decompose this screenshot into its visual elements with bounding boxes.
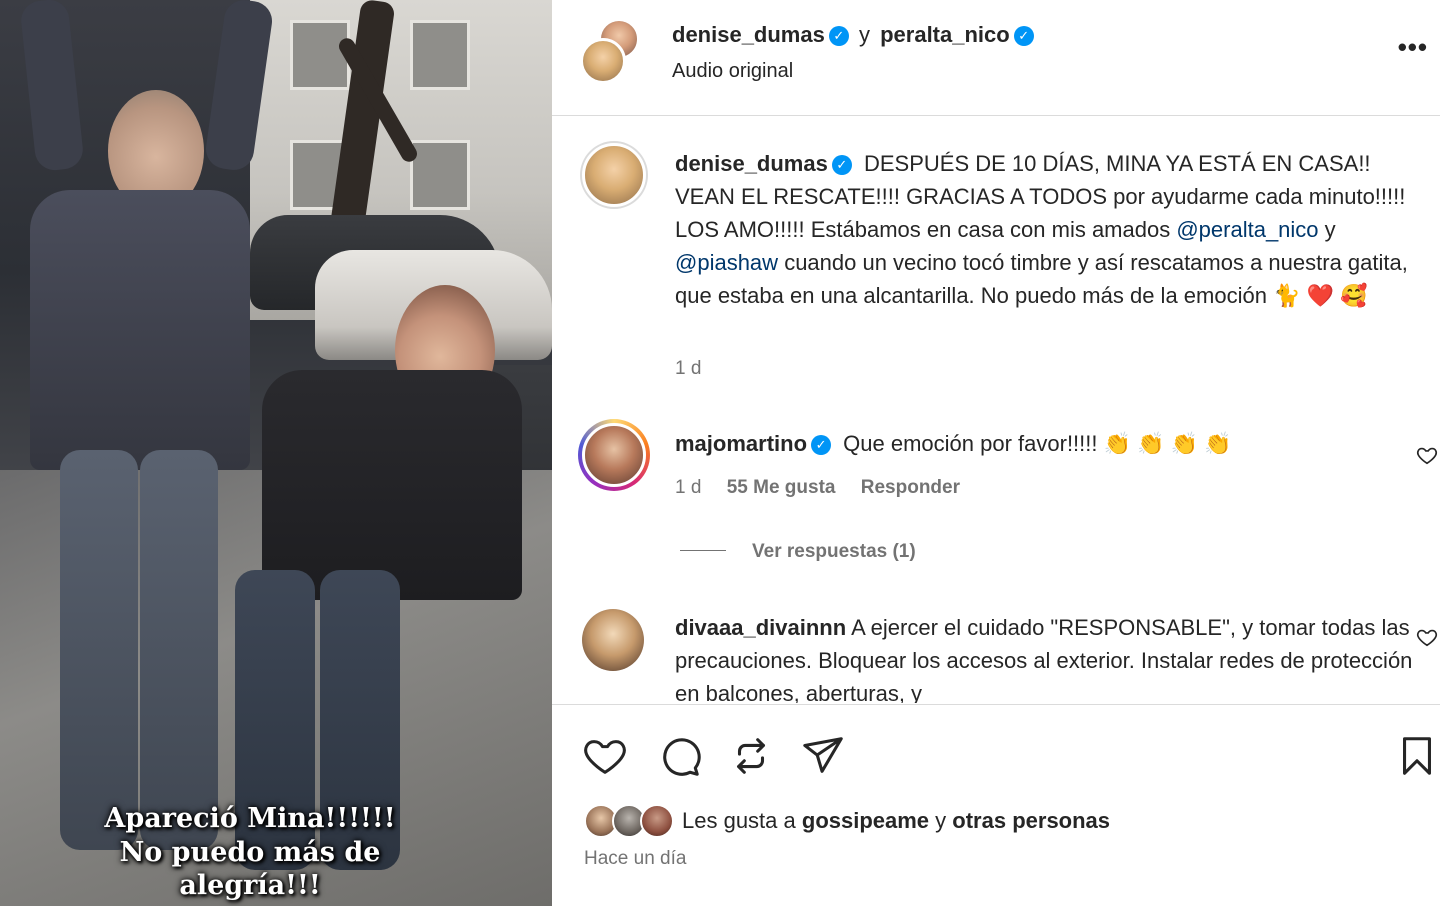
mention-link[interactable]: @peralta_nico — [1176, 217, 1318, 242]
username-link[interactable]: divaaa_divainnn — [675, 615, 846, 640]
caption-text: denise_dumas ✓ DESPUÉS DE 10 DÍAS, MINA Y… — [675, 147, 1415, 312]
avatar[interactable] — [580, 141, 648, 209]
username-link[interactable]: denise_dumas — [675, 151, 828, 176]
story-avatar[interactable] — [578, 419, 650, 491]
comment-likes[interactable]: 55 Me gusta — [727, 477, 836, 498]
repost-icon[interactable] — [728, 733, 774, 779]
conjunction-text: y — [858, 22, 870, 47]
bookmark-icon[interactable] — [1394, 733, 1440, 779]
comments-section[interactable]: denise_dumas ✓ DESPUÉS DE 10 DÍAS, MINA Y… — [552, 117, 1440, 703]
comment-text: divaaa_divainnn A ejercer el cuidado "RE… — [675, 611, 1415, 703]
more-options-button[interactable]: ••• — [1398, 32, 1428, 63]
mention-link[interactable]: @piashaw — [675, 250, 778, 275]
comment-body: Que emoción por favor!!!!! — [843, 431, 1098, 456]
collab-avatars[interactable] — [580, 18, 642, 84]
likes-summary[interactable]: Les gusta a gossipeame y otras personas — [584, 800, 1424, 844]
username-link[interactable]: gossipeame — [802, 808, 929, 833]
video-caption-line-1: Apareció Mina!!!!!! — [104, 803, 396, 834]
caption-body: y — [1324, 217, 1336, 242]
building-window — [410, 140, 470, 210]
post-header: denise_dumas ✓ y peralta_nico ✓ Audio orig… — [552, 0, 1440, 116]
likes-joiner: y — [935, 808, 947, 833]
avatar — [580, 38, 626, 84]
comment-text: majomartino ✓ Que emoción por favor!!!!! … — [675, 427, 1415, 460]
verified-badge-icon: ✓ — [1013, 26, 1034, 46]
collab-usernames: denise_dumas ✓ y peralta_nico ✓ — [672, 22, 1034, 48]
caption-emojis: 🐈 ❤️ 🥰 — [1273, 283, 1368, 308]
audio-link[interactable]: Audio original — [672, 60, 793, 83]
heart-icon[interactable] — [582, 733, 628, 779]
username-link[interactable]: majomartino — [675, 431, 807, 456]
post-panel: denise_dumas ✓ y peralta_nico ✓ Audio orig… — [552, 0, 1440, 906]
action-bar — [552, 704, 1440, 804]
reply-button[interactable]: Responder — [861, 477, 960, 498]
username-link[interactable]: peralta_nico — [880, 22, 1010, 47]
others-link[interactable]: otras personas — [952, 808, 1110, 833]
view-replies-button[interactable]: Ver respuestas (1) — [680, 541, 916, 563]
caption-meta: 1 d — [675, 358, 721, 380]
post-timestamp[interactable]: Hace un día — [584, 848, 686, 870]
comment-icon[interactable] — [656, 733, 702, 779]
likes-prefix: Les gusta a — [682, 808, 796, 833]
building-window — [290, 20, 350, 90]
verified-badge-icon: ✓ — [831, 155, 852, 175]
heart-icon[interactable] — [1416, 444, 1438, 466]
view-replies-label: Ver respuestas (1) — [752, 541, 916, 562]
avatar — [640, 804, 674, 838]
post-video[interactable]: Apareció Mina!!!!!! No puedo más de aleg… — [0, 0, 552, 906]
comment-time[interactable]: 1 d — [675, 477, 701, 498]
video-caption-line-3: alegría!!! — [179, 870, 321, 901]
caption-time[interactable]: 1 d — [675, 358, 701, 379]
video-caption-line-2: No puedo más de — [119, 837, 381, 868]
replies-divider — [680, 550, 726, 551]
username-link[interactable]: denise_dumas — [672, 22, 825, 47]
heart-icon[interactable] — [1416, 626, 1438, 648]
share-icon[interactable] — [800, 733, 846, 779]
likes-text: Les gusta a gossipeame y otras personas — [682, 808, 1110, 834]
comment-emojis: 👏 👏 👏 👏 — [1103, 431, 1232, 456]
building-window — [410, 20, 470, 90]
avatar[interactable] — [582, 609, 644, 671]
verified-badge-icon: ✓ — [828, 26, 849, 46]
verified-badge-icon: ✓ — [811, 435, 832, 455]
comment-meta: 1 d 55 Me gusta Responder — [675, 477, 980, 499]
